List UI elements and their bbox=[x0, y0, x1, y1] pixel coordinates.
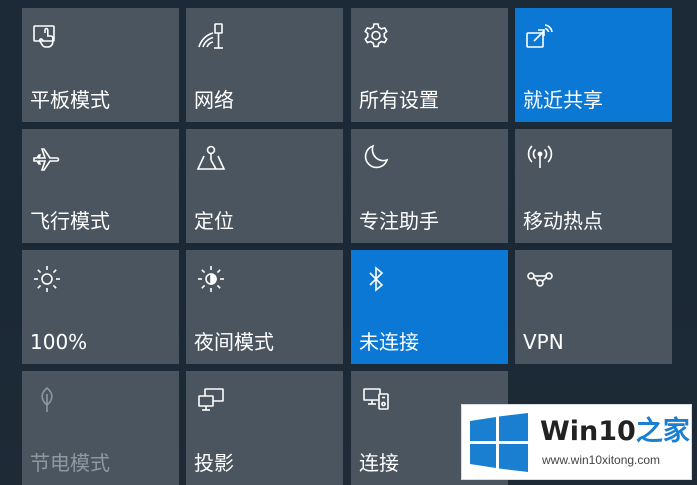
vpn-icon bbox=[524, 263, 556, 295]
brightness-icon bbox=[31, 263, 63, 295]
tile-label: 所有设置 bbox=[359, 88, 439, 112]
night-light-icon bbox=[195, 263, 227, 295]
gear-icon bbox=[360, 21, 392, 53]
tile-label: 就近共享 bbox=[523, 88, 603, 112]
windows-logo-icon bbox=[468, 413, 530, 473]
hotspot-icon bbox=[524, 142, 556, 174]
tile-tablet-mode[interactable]: 平板模式 bbox=[22, 8, 179, 122]
bluetooth-icon bbox=[360, 263, 392, 295]
tile-airplane-mode[interactable]: 飞行模式 bbox=[22, 129, 179, 243]
watermark-title: Win10之家 bbox=[540, 415, 690, 449]
tile-label: VPN bbox=[523, 330, 564, 354]
watermark-brand: Win10 bbox=[540, 416, 636, 447]
tile-focus-assist[interactable]: 专注助手 bbox=[351, 129, 508, 243]
tile-label: 网络 bbox=[194, 88, 234, 112]
tile-nearby-share[interactable]: 就近共享 bbox=[515, 8, 672, 122]
location-icon bbox=[195, 142, 227, 174]
nearby-share-icon bbox=[524, 21, 556, 53]
battery-saver-icon bbox=[31, 384, 63, 416]
tile-label: 100% bbox=[30, 330, 88, 354]
tile-project[interactable]: 投影 bbox=[186, 371, 343, 485]
tile-label: 专注助手 bbox=[359, 209, 439, 233]
watermark-url: www.win10xitong.com bbox=[542, 453, 661, 467]
watermark-brand-suffix: 之家 bbox=[635, 416, 690, 447]
tile-vpn[interactable]: VPN bbox=[515, 250, 672, 364]
tile-label: 定位 bbox=[194, 209, 234, 233]
tile-label: 飞行模式 bbox=[30, 209, 110, 233]
tile-all-settings[interactable]: 所有设置 bbox=[351, 8, 508, 122]
project-icon bbox=[195, 384, 227, 416]
tile-label: 平板模式 bbox=[30, 88, 110, 112]
connect-icon bbox=[360, 384, 392, 416]
tile-label: 连接 bbox=[359, 451, 399, 475]
tile-mobile-hotspot[interactable]: 移动热点 bbox=[515, 129, 672, 243]
tile-label: 投影 bbox=[194, 451, 234, 475]
tile-label: 未连接 bbox=[359, 330, 419, 354]
tile-label: 移动热点 bbox=[523, 209, 603, 233]
tile-brightness[interactable]: 100% bbox=[22, 250, 179, 364]
tablet-mode-icon bbox=[31, 21, 63, 53]
tile-bluetooth[interactable]: 未连接 bbox=[351, 250, 508, 364]
tile-label: 节电模式 bbox=[30, 451, 110, 475]
tile-location[interactable]: 定位 bbox=[186, 129, 343, 243]
tile-battery-saver[interactable]: 节电模式 bbox=[22, 371, 179, 485]
tile-night-light[interactable]: 夜间模式 bbox=[186, 250, 343, 364]
airplane-icon bbox=[31, 142, 63, 174]
tile-network[interactable]: 网络 bbox=[186, 8, 343, 122]
tile-label: 夜间模式 bbox=[194, 330, 274, 354]
moon-icon bbox=[360, 142, 392, 174]
site-watermark: Win10之家 www.win10xitong.com bbox=[461, 404, 692, 480]
network-icon bbox=[195, 21, 227, 53]
